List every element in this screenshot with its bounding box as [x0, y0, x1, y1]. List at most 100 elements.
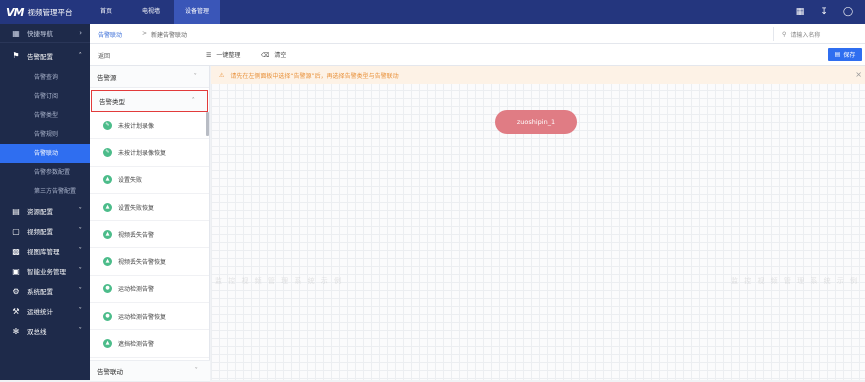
app-title: 视频管理平台 — [27, 7, 73, 17]
close-icon[interactable]: × — [855, 70, 862, 79]
sidebar-group-label: 系统配置 — [27, 288, 53, 296]
tab-device-management[interactable]: 设备管理 — [174, 0, 220, 24]
panel-header-alarm-source[interactable]: 告警源 ˇ — [90, 66, 209, 88]
breadcrumb-parent-link[interactable]: 告警联动 — [98, 30, 122, 39]
chevron-up-icon: ˆ — [78, 51, 83, 60]
chevron-down-icon: ˇ — [194, 367, 199, 375]
server-icon: ▤ — [12, 206, 20, 216]
sidebar-group-label: 告警配置 — [27, 52, 53, 61]
warning-icon: ▲ — [103, 202, 112, 212]
tab-home[interactable]: 首页 — [88, 0, 124, 24]
running-person-icon: ● — [103, 284, 112, 294]
apps-grid-icon[interactable]: ▦ — [794, 6, 806, 18]
sidebar-group-label: 视频配置 — [27, 228, 53, 236]
logo-mark: VM — [6, 5, 24, 19]
alarm-type-item[interactable]: ▲ 遮挡检测告警 — [90, 330, 209, 358]
save-button[interactable]: ▤ 保存 — [828, 48, 862, 61]
tab-tv-wall[interactable]: 电视墙 — [128, 0, 174, 24]
sidebar-group-system-config[interactable]: ⚙ 系统配置 ˇ — [0, 281, 90, 301]
chevron-down-icon: ˇ — [78, 307, 83, 315]
sidebar-item-alarm-query[interactable]: 告警查询 — [0, 68, 90, 87]
breadcrumb-bar: 告警联动 > 新建告警联动 ⚲ 请输入名称 — [90, 24, 865, 44]
alarm-type-item[interactable]: ✎ 未按计划录像恢复 — [90, 139, 209, 167]
sidebar-group-dual-bus[interactable]: ✻ 双总线 ˇ — [0, 321, 90, 341]
panel-scrollbar[interactable] — [206, 112, 209, 136]
notice-text: 请先在左侧面板中选择“告警源”后，再选择告警类型与告警联动 — [230, 72, 399, 80]
alarm-type-item[interactable]: ● 运动检测告警 — [90, 276, 209, 304]
notice-banner: ⚠ 请先在左侧面板中选择“告警源”后，再选择告警类型与告警联动 × — [211, 66, 865, 84]
watermark: 监 控 视 频 管 理 系 统 示 例 — [731, 277, 860, 285]
watermark: 监 控 视 频 管 理 系 统 示 例 — [215, 277, 344, 285]
list-icon: ☰ — [206, 52, 212, 59]
flow-node[interactable]: zuoshipin_1 — [495, 110, 577, 134]
chevron-down-icon: ˇ — [78, 227, 83, 235]
warning-icon: ▲ — [103, 175, 112, 185]
toolbar: 返回 ☰ 一键整理 ⌫ 清空 ▤ 保存 — [90, 44, 865, 66]
search-icon: ⚲ — [782, 30, 787, 38]
sidebar-item-alarm-rule[interactable]: 告警规则 — [0, 125, 90, 144]
alarm-type-item[interactable]: ▲ 设置失败 — [90, 167, 209, 194]
panel-header-label: 告警联动 — [97, 368, 123, 376]
sidebar-item-alarm-linkage[interactable]: 告警联动 — [0, 144, 90, 163]
alarm-type-item[interactable]: ● 运动检测告警恢复 — [90, 303, 209, 331]
alarm-type-item[interactable]: ▲ 视频丢失告警 — [90, 221, 209, 249]
search-placeholder: 请输入名称 — [790, 31, 821, 39]
sidebar-group-view-library[interactable]: ▩ 视图库管理 ˇ — [0, 241, 90, 261]
sidebar-item-alarm-subscribe[interactable]: 告警订阅 — [0, 87, 90, 106]
app-logo[interactable]: VM 视频管理平台 — [6, 5, 72, 19]
sidebar-group-label: 双总线 — [27, 328, 47, 336]
sidebar-item-third-party-alarm[interactable]: 第三方告警配置 — [0, 182, 90, 201]
panel-header-label: 告警类型 — [99, 98, 125, 106]
sidebar-item-alarm-params[interactable]: 告警参数配置 — [0, 163, 90, 182]
sidebar: ▦ 快捷导航 › ⚑ 告警配置 ˆ 告警查询 告警订阅 告警类型 告警规则 告警… — [0, 24, 90, 380]
arrange-button[interactable]: ☰ 一键整理 — [206, 50, 240, 59]
download-icon[interactable]: ↧ — [818, 6, 830, 18]
alarm-type-label: 设置失败 — [118, 177, 143, 185]
sidebar-group-label: 资源配置 — [27, 208, 53, 216]
chevron-down-icon: ˇ — [193, 72, 198, 81]
sidebar-group-alarm-config[interactable]: ⚑ 告警配置 ˆ — [0, 43, 90, 68]
breadcrumb-current: 新建告警联动 — [151, 32, 188, 39]
chevron-down-icon: ˇ — [78, 267, 83, 275]
warning-icon: ▲ — [103, 339, 112, 349]
alarm-type-label: 视频丢失告警 — [118, 231, 155, 239]
alarm-type-item[interactable]: ✎ 未按计划录像 — [90, 112, 209, 140]
flow-canvas[interactable]: ⚠ 请先在左侧面板中选择“告警源”后，再选择告警类型与告警联动 × 监 控 视 … — [211, 66, 865, 380]
panel-header-alarm-linkage[interactable]: 告警联动 ˇ — [90, 360, 210, 382]
monitor-icon: ▢ — [12, 226, 20, 236]
warning-icon: ▲ — [103, 229, 112, 239]
alarm-palette-panel: 告警源 ˇ 告警类型 ˆ ✎ 未按计划录像 ✎ 未按计划录像恢复 ▲ 设置失败 … — [90, 66, 210, 382]
back-button[interactable]: 返回 — [98, 51, 110, 60]
chevron-down-icon: ˇ — [78, 247, 83, 255]
bell-icon: ⚠ — [219, 71, 225, 79]
sidebar-group-label: 智能业务管理 — [27, 268, 66, 276]
sidebar-group-smart-business[interactable]: ▣ 智能业务管理 ˇ — [0, 261, 90, 281]
alarm-type-label: 运动检测告警 — [118, 286, 155, 294]
alarm-type-label: 遮挡检测告警 — [118, 341, 155, 349]
gear-icon: ⚙ — [12, 286, 20, 296]
sidebar-group-video-config[interactable]: ▢ 视频配置 ˇ — [0, 221, 90, 241]
search-input[interactable]: ⚲ 请输入名称 — [773, 27, 861, 41]
sidebar-quick-nav[interactable]: ▦ 快捷导航 › — [0, 24, 90, 43]
chevron-right-icon: › — [79, 29, 82, 37]
panel-header-alarm-type[interactable]: 告警类型 ˆ — [91, 90, 208, 112]
trash-icon: ⌫ — [261, 52, 270, 59]
quick-nav-label: 快捷导航 — [27, 30, 53, 38]
sidebar-group-resource-config[interactable]: ▤ 资源配置 ˇ — [0, 201, 90, 221]
alarm-type-item[interactable]: ▲ 视频丢失告警恢复 — [90, 248, 209, 276]
top-navbar: VM 视频管理平台 首页 电视墙 设备管理 ▦ ↧ ◯ — [0, 0, 865, 24]
edit-icon: ✎ — [103, 120, 112, 130]
sidebar-item-alarm-type[interactable]: 告警类型 — [0, 106, 90, 125]
warning-icon: ▲ — [103, 257, 112, 267]
user-icon[interactable]: ◯ — [842, 6, 854, 18]
chevron-down-icon: ˇ — [78, 327, 83, 335]
clear-button[interactable]: ⌫ 清空 — [261, 50, 286, 59]
brain-icon: ▣ — [12, 266, 20, 276]
database-icon: ▩ — [12, 246, 20, 256]
save-label: 保存 — [843, 52, 856, 59]
alarm-type-label: 设置失败恢复 — [118, 204, 155, 212]
sidebar-group-ops-stats[interactable]: ⚒ 运维统计 ˇ — [0, 301, 90, 321]
bell-icon: ⚑ — [12, 51, 20, 60]
alarm-type-label: 未按计划录像 — [118, 122, 155, 130]
alarm-type-item[interactable]: ▲ 设置失败恢复 — [90, 194, 209, 222]
